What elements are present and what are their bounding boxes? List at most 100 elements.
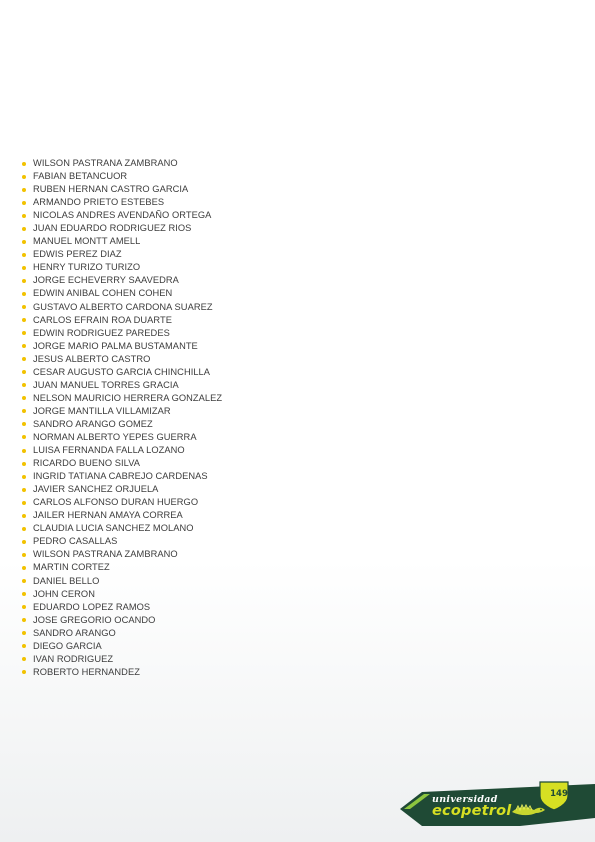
list-item: JORGE MARIO PALMA BUSTAMANTE [22,340,222,353]
bullet-icon [22,370,26,375]
list-item-text: MANUEL MONTT AMELL [33,236,141,247]
list-item-text: MARTIN CORTEZ [33,562,110,573]
list-item: CARLOS EFRAIN ROA DUARTE [22,314,222,327]
list-item-text: JOHN CERON [33,588,95,599]
list-item: MANUEL MONTT AMELL [22,235,222,248]
list-item-text: PEDRO CASALLAS [33,536,118,547]
list-item: NELSON MAURICIO HERRERA GONZALEZ [22,392,222,405]
bullet-icon [22,409,26,414]
bullet-icon [22,618,26,623]
list-item: JOSE GREGORIO OCANDO [22,614,222,627]
bullet-icon [22,305,26,310]
list-item-text: RICARDO BUENO SILVA [33,458,141,469]
bullet-icon [22,422,26,427]
list-item: PEDRO CASALLAS [22,535,222,548]
bullet-icon [22,631,26,636]
list-item-text: NELSON MAURICIO HERRERA GONZALEZ [33,392,223,403]
list-item: NORMAN ALBERTO YEPES GUERRA [22,431,222,444]
list-item-text: WILSON PASTRANA ZAMBRANO [33,158,178,168]
list-item: CLAUDIA LUCIA SANCHEZ MOLANO [22,522,222,535]
list-item-text: INGRID TATIANA CABREJO CARDENAS [33,471,208,482]
list-item: JORGE MANTILLA VILLAMIZAR [22,405,222,418]
list-item-text: CESAR AUGUSTO GARCIA CHINCHILLA [33,366,211,377]
list-item: ROBERTO HERNANDEZ [22,666,222,679]
list-item: JOHN CERON [22,588,222,601]
list-item: DANIEL BELLO [22,575,222,588]
bullet-icon [22,539,26,544]
list-item-text: ARMANDO PRIETO ESTEBES [33,197,165,208]
list-item-text: FABIAN BETANCUOR [33,171,128,182]
list-item: INGRID TATIANA CABREJO CARDENAS [22,470,222,483]
list-item: ARMANDO PRIETO ESTEBES [22,196,222,209]
bullet-icon [22,526,26,531]
list-item: JESUS ALBERTO CASTRO [22,353,222,366]
list-item: DIEGO GARCIA [22,640,222,653]
names-list: WILSON PASTRANA ZAMBRANO FABIAN BETANCUOR… [22,157,222,679]
bullet-icon [22,552,26,557]
bullet-icon [22,396,26,401]
list-item: EDWIN ANIBAL COHEN COHEN [22,287,222,300]
bullet-icon [22,487,26,492]
bullet-icon [22,461,26,466]
list-item-text: NORMAN ALBERTO YEPES GUERRA [33,431,197,442]
bullet-icon [22,383,26,388]
bullet-icon [22,579,26,583]
bullet-icon [22,644,26,649]
page-number: 149 [550,789,568,799]
list-item-text: SANDRO ARANGO [33,627,116,638]
bullet-icon [22,265,26,270]
list-item: GUSTAVO ALBERTO CARDONA SUAREZ [22,301,222,314]
bullet-icon [22,344,26,349]
bullet-icon [22,592,26,597]
list-item-text: CARLOS ALFONSO DURAN HUERGO [33,497,199,508]
bullet-icon [22,252,26,257]
list-item: CARLOS ALFONSO DURAN HUERGO [22,496,222,509]
bullet-icon [22,448,26,453]
list-item: CESAR AUGUSTO GARCIA CHINCHILLA [22,366,222,379]
list-item-text: DIEGO GARCIA [33,640,102,651]
bullet-icon [22,187,26,192]
list-item-text: JOSE GREGORIO OCANDO [33,614,156,625]
list-item-text: JAILER HERNAN AMAYA CORREA [33,510,183,521]
list-item: RUBEN HERNAN CASTRO GARCIA [22,183,222,196]
list-item: JUAN MANUEL TORRES GRACIA [22,379,222,392]
list-item: MARTIN CORTEZ [22,561,222,574]
bullet-icon [22,200,26,205]
list-item-text: RUBEN HERNAN CASTRO GARCIA [33,184,189,195]
list-item-text: ROBERTO HERNANDEZ [33,666,140,677]
list-item-text: CLAUDIA LUCIA SANCHEZ MOLANO [33,523,194,534]
list-item-text: JORGE MANTILLA VILLAMIZAR [33,405,171,416]
list-item-text: EDUARDO LOPEZ RAMOS [33,601,151,612]
bullet-icon [22,357,26,362]
list-item: HENRY TURIZO TURIZO [22,261,222,274]
list-item-text: WILSON PASTRANA ZAMBRANO [33,549,178,560]
list-item: EDWIN RODRIGUEZ PAREDES [22,327,222,340]
list-item-text: EDWIN ANIBAL COHEN COHEN [33,288,173,299]
list-item-text: IVAN RODRIGUEZ [33,653,114,664]
list-item: JAILER HERNAN AMAYA CORREA [22,509,222,522]
bullet-icon [22,161,26,166]
list-item: SANDRO ARANGO [22,627,222,640]
list-item: JUAN EDUARDO RODRIGUEZ RIOS [22,222,222,235]
bullet-icon [22,331,26,336]
list-item: WILSON PASTRANA ZAMBRANO [22,548,222,561]
list-item-text: JAVIER SANCHEZ ORJUELA [33,484,159,495]
bullet-icon [22,670,26,675]
bullet-icon [22,500,26,505]
list-item-text: HENRY TURIZO TURIZO [33,262,141,273]
bullet-icon [22,565,26,570]
bullet-icon [22,435,26,440]
bullet-icon [22,318,26,323]
list-item: EDWIS PEREZ DIAZ [22,248,222,261]
bullet-icon [22,513,26,518]
list-item-text: DANIEL BELLO [33,575,100,586]
list-item: NICOLAS ANDRES AVENDAÑO ORTEGA [22,209,222,222]
list-item-text: LUISA FERNANDA FALLA LOZANO [33,445,185,456]
bullet-icon [22,174,26,179]
list-item: WILSON PASTRANA ZAMBRANO [22,157,222,170]
bullet-icon [22,474,26,479]
list-item-text: GUSTAVO ALBERTO CARDONA SUAREZ [33,301,213,312]
list-item: JAVIER SANCHEZ ORJUELA [22,483,222,496]
list-item: RICARDO BUENO SILVA [22,457,222,470]
bullet-icon [22,239,26,244]
